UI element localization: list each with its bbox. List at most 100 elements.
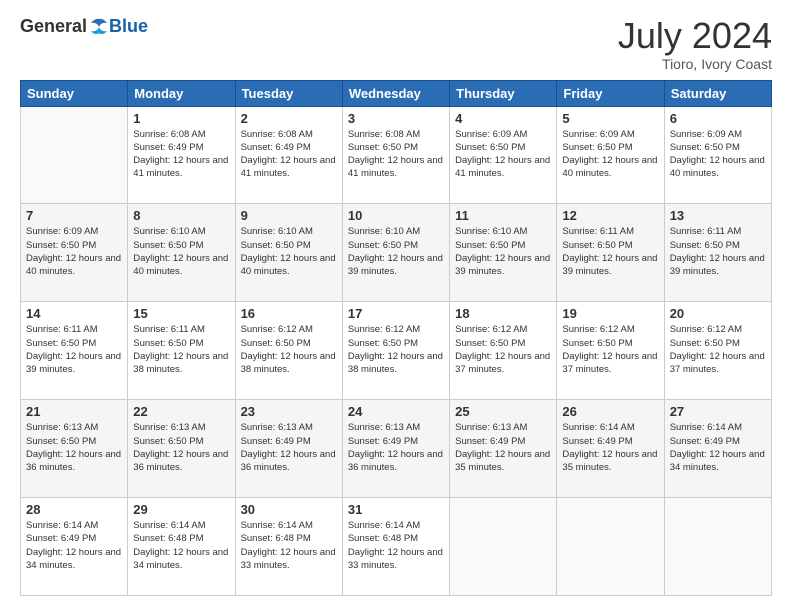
header: General Blue July 2024 Tioro, Ivory Coas… [20,16,772,72]
day-number: 24 [348,404,444,419]
calendar-day-header: Sunday [21,80,128,106]
calendar-cell [21,106,128,204]
calendar-cell: 24 Sunrise: 6:13 AM Sunset: 6:49 PM Dayli… [342,400,449,498]
calendar-cell [557,498,664,596]
calendar-cell: 2Sunrise: 6:08 AM Sunset: 6:49 PM Daylig… [235,106,342,204]
calendar-week-row: 28 Sunrise: 6:14 AM Sunset: 6:49 PM Dayli… [21,498,772,596]
calendar-cell: 10Sunrise: 6:10 AM Sunset: 6:50 PM Dayli… [342,204,449,302]
calendar-cell: 16Sunrise: 6:12 AM Sunset: 6:50 PM Dayli… [235,302,342,400]
calendar-cell: 9 Sunrise: 6:10 AM Sunset: 6:50 PM Daylig… [235,204,342,302]
calendar-day-header: Tuesday [235,80,342,106]
calendar-cell: 4 Sunrise: 6:09 AM Sunset: 6:50 PM Daylig… [450,106,557,204]
day-number: 9 [241,208,337,223]
day-number: 21 [26,404,122,419]
day-info: Sunrise: 6:12 AM Sunset: 6:50 PM Dayligh… [670,323,766,376]
calendar-cell: 28 Sunrise: 6:14 AM Sunset: 6:49 PM Dayli… [21,498,128,596]
calendar-cell: 7 Sunrise: 6:09 AM Sunset: 6:50 PM Daylig… [21,204,128,302]
day-info: Sunrise: 6:12 AM Sunset: 6:50 PM Dayligh… [241,323,337,376]
calendar-cell: 6 Sunrise: 6:09 AM Sunset: 6:50 PM Daylig… [664,106,771,204]
calendar-week-row: 1 Sunrise: 6:08 AM Sunset: 6:49 PM Daylig… [21,106,772,204]
logo-general-text: General [20,16,87,37]
day-number: 19 [562,306,658,321]
day-number: 30 [241,502,337,517]
calendar-cell: 15Sunrise: 6:11 AM Sunset: 6:50 PM Dayli… [128,302,235,400]
calendar-header-row: SundayMondayTuesdayWednesdayThursdayFrid… [21,80,772,106]
day-number: 11 [455,208,551,223]
title-area: July 2024 Tioro, Ivory Coast [618,16,772,72]
day-number: 14 [26,306,122,321]
day-info: Sunrise: 6:10 AM Sunset: 6:50 PM Dayligh… [455,225,551,278]
day-number: 3 [348,111,444,126]
day-info: Sunrise: 6:09 AM Sunset: 6:50 PM Dayligh… [26,225,122,278]
day-info: Sunrise: 6:08 AM Sunset: 6:50 PM Dayligh… [348,128,444,181]
day-number: 25 [455,404,551,419]
day-number: 29 [133,502,229,517]
calendar-week-row: 7 Sunrise: 6:09 AM Sunset: 6:50 PM Daylig… [21,204,772,302]
month-title: July 2024 [618,16,772,56]
day-info: Sunrise: 6:12 AM Sunset: 6:50 PM Dayligh… [455,323,551,376]
logo-blue-text: Blue [109,16,148,37]
calendar-cell: 14 Sunrise: 6:11 AM Sunset: 6:50 PM Dayli… [21,302,128,400]
day-info: Sunrise: 6:14 AM Sunset: 6:48 PM Dayligh… [133,519,229,572]
day-number: 26 [562,404,658,419]
calendar-day-header: Monday [128,80,235,106]
day-number: 28 [26,502,122,517]
calendar-day-header: Wednesday [342,80,449,106]
day-number: 4 [455,111,551,126]
day-info: Sunrise: 6:10 AM Sunset: 6:50 PM Dayligh… [241,225,337,278]
day-number: 20 [670,306,766,321]
day-info: Sunrise: 6:13 AM Sunset: 6:49 PM Dayligh… [348,421,444,474]
day-number: 13 [670,208,766,223]
calendar-cell: 12 Sunrise: 6:11 AM Sunset: 6:50 PM Dayli… [557,204,664,302]
day-number: 7 [26,208,122,223]
day-number: 8 [133,208,229,223]
day-info: Sunrise: 6:14 AM Sunset: 6:49 PM Dayligh… [26,519,122,572]
day-info: Sunrise: 6:14 AM Sunset: 6:48 PM Dayligh… [241,519,337,572]
calendar-cell: 25Sunrise: 6:13 AM Sunset: 6:49 PM Dayli… [450,400,557,498]
day-number: 6 [670,111,766,126]
day-info: Sunrise: 6:09 AM Sunset: 6:50 PM Dayligh… [455,128,551,181]
page: General Blue July 2024 Tioro, Ivory Coas… [0,0,792,612]
day-info: Sunrise: 6:09 AM Sunset: 6:50 PM Dayligh… [562,128,658,181]
day-info: Sunrise: 6:08 AM Sunset: 6:49 PM Dayligh… [133,128,229,181]
day-number: 1 [133,111,229,126]
day-info: Sunrise: 6:11 AM Sunset: 6:50 PM Dayligh… [562,225,658,278]
calendar-day-header: Thursday [450,80,557,106]
calendar-cell: 23 Sunrise: 6:13 AM Sunset: 6:49 PM Dayli… [235,400,342,498]
day-info: Sunrise: 6:13 AM Sunset: 6:50 PM Dayligh… [26,421,122,474]
calendar-cell: 5 Sunrise: 6:09 AM Sunset: 6:50 PM Daylig… [557,106,664,204]
calendar-cell: 11 Sunrise: 6:10 AM Sunset: 6:50 PM Dayli… [450,204,557,302]
calendar-day-header: Saturday [664,80,771,106]
day-info: Sunrise: 6:11 AM Sunset: 6:50 PM Dayligh… [26,323,122,376]
day-number: 5 [562,111,658,126]
calendar-cell: 22Sunrise: 6:13 AM Sunset: 6:50 PM Dayli… [128,400,235,498]
calendar-cell: 13Sunrise: 6:11 AM Sunset: 6:50 PM Dayli… [664,204,771,302]
day-number: 31 [348,502,444,517]
calendar-cell [450,498,557,596]
day-info: Sunrise: 6:14 AM Sunset: 6:48 PM Dayligh… [348,519,444,572]
calendar-week-row: 21 Sunrise: 6:13 AM Sunset: 6:50 PM Dayli… [21,400,772,498]
day-info: Sunrise: 6:12 AM Sunset: 6:50 PM Dayligh… [348,323,444,376]
day-info: Sunrise: 6:09 AM Sunset: 6:50 PM Dayligh… [670,128,766,181]
logo: General Blue [20,16,148,37]
day-number: 2 [241,111,337,126]
calendar-cell: 8Sunrise: 6:10 AM Sunset: 6:50 PM Daylig… [128,204,235,302]
day-number: 12 [562,208,658,223]
calendar-cell: 31 Sunrise: 6:14 AM Sunset: 6:48 PM Dayli… [342,498,449,596]
day-number: 10 [348,208,444,223]
calendar-cell: 29 Sunrise: 6:14 AM Sunset: 6:48 PM Dayli… [128,498,235,596]
calendar-cell: 1 Sunrise: 6:08 AM Sunset: 6:49 PM Daylig… [128,106,235,204]
day-info: Sunrise: 6:14 AM Sunset: 6:49 PM Dayligh… [670,421,766,474]
calendar-week-row: 14 Sunrise: 6:11 AM Sunset: 6:50 PM Dayli… [21,302,772,400]
calendar-cell: 27Sunrise: 6:14 AM Sunset: 6:49 PM Dayli… [664,400,771,498]
day-info: Sunrise: 6:13 AM Sunset: 6:49 PM Dayligh… [241,421,337,474]
day-number: 15 [133,306,229,321]
calendar-day-header: Friday [557,80,664,106]
day-info: Sunrise: 6:14 AM Sunset: 6:49 PM Dayligh… [562,421,658,474]
calendar-cell: 20 Sunrise: 6:12 AM Sunset: 6:50 PM Dayli… [664,302,771,400]
day-number: 23 [241,404,337,419]
day-number: 17 [348,306,444,321]
day-number: 22 [133,404,229,419]
calendar-cell: 19Sunrise: 6:12 AM Sunset: 6:50 PM Dayli… [557,302,664,400]
calendar-cell: 3 Sunrise: 6:08 AM Sunset: 6:50 PM Daylig… [342,106,449,204]
